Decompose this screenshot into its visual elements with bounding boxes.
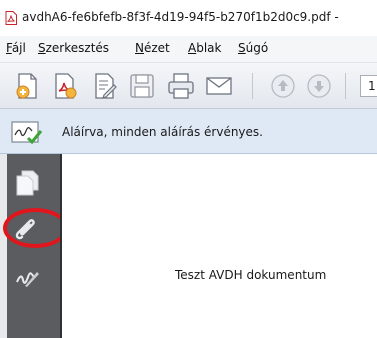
menu-view[interactable]: Nézet xyxy=(135,41,170,55)
signature-status-text: Aláírva, minden aláírás érvényes. xyxy=(62,125,263,139)
window-title: avdhA6-fe6bfefb-8f3f-4d19-94f5-b270f1b2d… xyxy=(22,10,339,24)
menu-bar: Fájl Szerkesztés Nézet Ablak Súgó xyxy=(0,36,377,63)
pdf-file-icon xyxy=(5,11,17,25)
page-up-icon xyxy=(271,74,295,98)
title-bar: avdhA6-fe6bfefb-8f3f-4d19-94f5-b270f1b2d… xyxy=(0,0,377,36)
print-button[interactable] xyxy=(166,71,196,101)
open-file-icon xyxy=(55,73,77,99)
menu-edit[interactable]: Szerkesztés xyxy=(38,41,109,55)
save-icon xyxy=(130,74,154,98)
toolbar-separator xyxy=(345,73,346,99)
pages-icon xyxy=(16,170,39,196)
toolbar-separator xyxy=(252,73,253,99)
create-pdf-icon xyxy=(16,73,37,99)
edit-document-button[interactable] xyxy=(90,71,120,101)
document-text: Teszt AVDH dokumentum xyxy=(175,268,327,282)
menu-window[interactable]: Ablak xyxy=(188,41,221,55)
attachments-highlight-circle xyxy=(3,208,68,248)
edit-document-icon xyxy=(95,73,117,99)
print-icon xyxy=(168,73,194,99)
signatures-panel-button[interactable] xyxy=(15,266,41,291)
document-view[interactable]: Teszt AVDH dokumentum xyxy=(60,154,377,338)
page-down-icon xyxy=(307,74,331,98)
save-button[interactable] xyxy=(127,71,157,101)
menu-file[interactable]: Fájl xyxy=(6,41,26,55)
signature-status-bar: Aláírva, minden aláírás érvényes. xyxy=(0,109,377,154)
menu-help[interactable]: Súgó xyxy=(238,41,268,55)
page-number-input[interactable]: 1 xyxy=(360,75,377,97)
email-icon xyxy=(206,77,232,95)
signatures-icon xyxy=(16,272,39,287)
pages-panel-button[interactable] xyxy=(15,170,39,199)
open-file-button[interactable] xyxy=(50,71,80,101)
page-down-button[interactable] xyxy=(304,71,334,101)
toolbar: 1 xyxy=(0,63,377,109)
page-up-button[interactable] xyxy=(268,71,298,101)
signature-valid-icon xyxy=(11,121,43,145)
navigation-pane-edge xyxy=(0,154,7,338)
email-button[interactable] xyxy=(204,71,234,101)
create-pdf-button[interactable] xyxy=(12,71,42,101)
